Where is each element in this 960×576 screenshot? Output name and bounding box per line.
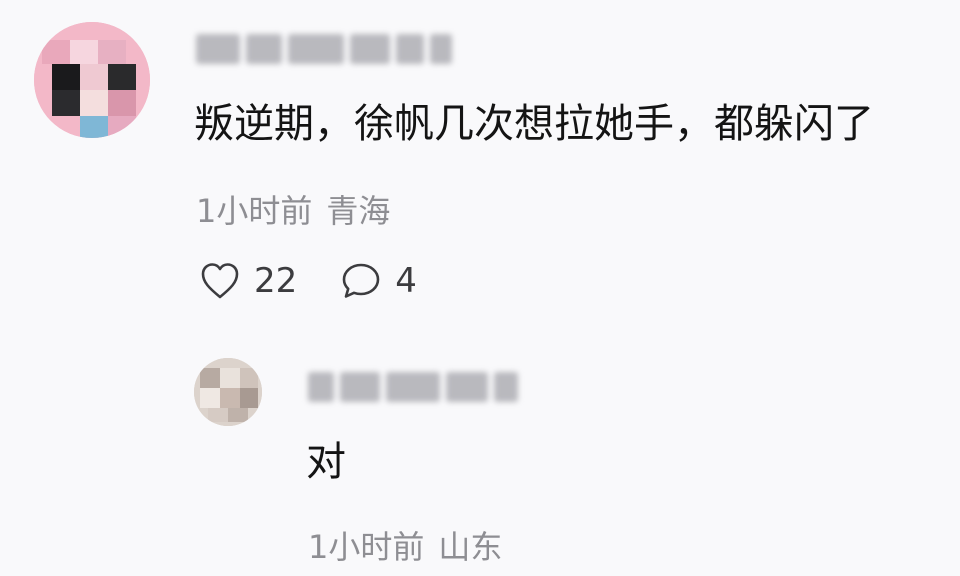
comment-time: 1小时前 [196,192,313,230]
heart-icon [201,263,239,299]
reply-text: 对 [306,439,346,485]
reply-avatar-image [194,358,262,426]
comment-bubble-icon [342,263,380,298]
comment-actions: 22 4 [200,258,461,304]
avatar-image [34,22,150,138]
like-button[interactable]: 22 [200,261,297,301]
comment-text: 叛逆期，徐帆几次想拉她手，都躲闪了 [194,101,874,147]
like-count: 22 [254,261,298,301]
username-blurred[interactable] [196,34,458,68]
comment-location: 青海 [326,192,391,230]
reply-button[interactable]: 4 [341,261,417,301]
reply-time: 1小时前 [308,528,425,566]
reply-username-blurred[interactable] [308,372,524,406]
reply-avatar[interactable] [194,358,262,426]
avatar[interactable] [34,22,150,138]
reply-location: 山东 [438,528,503,566]
reply-count: 4 [395,261,417,301]
reply-meta: 1小时前 山东 [308,522,502,568]
comment-meta: 1小时前 青海 [196,186,390,232]
